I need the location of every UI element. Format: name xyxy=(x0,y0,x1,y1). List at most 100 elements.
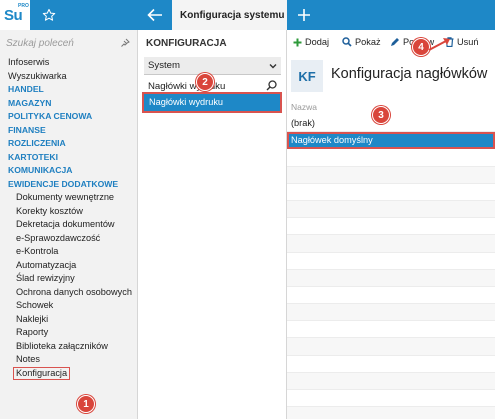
sidebar-item-label: Schowek xyxy=(16,300,54,310)
sidebar-item-label: HANDEL xyxy=(8,84,44,94)
sidebar-section-magazyn[interactable]: MAGAZYN xyxy=(0,97,138,111)
table-row[interactable] xyxy=(287,218,495,236)
table-row[interactable] xyxy=(287,149,495,167)
sidebar-section-polityka-cenowa[interactable]: POLITYKA CENOWA xyxy=(0,110,138,124)
arrow-left-icon xyxy=(147,8,162,22)
pin-icon[interactable] xyxy=(120,38,130,48)
tab-label: Konfiguracja systemu xyxy=(180,9,285,21)
sidebar-item-infoserwis[interactable]: Infoserwis xyxy=(0,56,138,70)
sidebar-item-automatyzacja[interactable]: Automatyzacja xyxy=(0,259,138,273)
right-panel: Dodaj Pokaż Popraw Usuń KF Konfiguracja … xyxy=(287,30,495,419)
table-row[interactable] xyxy=(287,200,495,219)
sidebar-item-label: EWIDENCJE DODATKOWE xyxy=(8,178,119,189)
sidebar-item-biblioteka-za-acznikow[interactable]: Biblioteka załączników xyxy=(0,340,138,354)
toolbar: Dodaj Pokaż Popraw Usuń xyxy=(287,30,495,54)
table-row[interactable] xyxy=(287,407,495,419)
new-tab-button[interactable] xyxy=(287,0,321,30)
table-row[interactable] xyxy=(287,356,495,373)
table-row[interactable] xyxy=(287,372,495,390)
show-button[interactable]: Pokaż xyxy=(342,34,381,50)
sidebar-search xyxy=(0,30,138,56)
sidebar-item-label: Infoserwis xyxy=(8,57,50,67)
callout-3: 3 xyxy=(372,106,390,124)
add-button-label: Dodaj xyxy=(305,37,330,47)
sidebar-item-slad-rewizyjny[interactable]: Ślad rewizyjny xyxy=(0,272,138,286)
sidebar-item-schowek[interactable]: Schowek xyxy=(0,299,138,313)
chevron-down-icon xyxy=(269,64,277,69)
list-item-naglowki-wydruku[interactable]: Nagłówki wydruku xyxy=(142,92,282,113)
sidebar-item-label: Raporty xyxy=(16,327,49,337)
back-button[interactable] xyxy=(138,0,172,30)
sidebar-item-label: e-Sprawozdawczość xyxy=(16,232,101,243)
sidebar-section-finanse[interactable]: FINANSE xyxy=(0,124,138,138)
sidebar: Infoserwis Wyszukiwarka HANDEL MAGAZYN POLIT… xyxy=(0,30,138,419)
sidebar-item-label: Naklejki xyxy=(16,313,49,324)
sidebar-section-rozliczenia[interactable]: ROZLICZENIA xyxy=(0,137,138,151)
sidebar-item-label: Dokumenty wewnętrzne xyxy=(16,192,115,202)
sidebar-item-konfiguracja[interactable]: Konfiguracja xyxy=(0,366,138,381)
table-row[interactable] xyxy=(287,235,495,253)
sidebar-section-kartoteki[interactable]: KARTOTEKI xyxy=(0,151,138,165)
table-row[interactable] xyxy=(287,390,495,408)
sidebar-item-notes[interactable]: Notes xyxy=(0,353,138,367)
table-cell-nazwa: Nagłówek domyślny xyxy=(291,135,373,146)
page-title: Konfiguracja nagłówków xyxy=(331,66,488,82)
add-button[interactable]: Dodaj xyxy=(293,34,329,50)
page-header: KF Konfiguracja nagłówków xyxy=(287,60,495,96)
sidebar-item-raporty[interactable]: Raporty xyxy=(0,326,138,340)
column-header-nazwa[interactable]: Nazwa xyxy=(287,99,495,115)
table-row[interactable] xyxy=(287,287,495,305)
sidebar-item-dekretacja-dokumentow[interactable]: Dekretacja dokumentów xyxy=(0,218,138,232)
callout-arrow xyxy=(428,38,450,51)
star-icon xyxy=(42,8,56,21)
favorites-button[interactable] xyxy=(30,0,68,30)
sidebar-item-label: Automatyzacja xyxy=(16,259,77,270)
category-dropdown[interactable]: System xyxy=(144,57,281,75)
sidebar-item-label: Konfiguracja xyxy=(13,366,71,380)
search-input[interactable] xyxy=(6,36,116,50)
sidebar-item-dokumenty-wewnetrzne[interactable]: Dokumenty wewnętrzne xyxy=(0,191,138,205)
table-cell-nazwa: (brak) xyxy=(291,118,315,128)
pencil-icon xyxy=(391,38,399,46)
table-row[interactable] xyxy=(287,338,495,356)
callout-2: 2 xyxy=(196,73,214,91)
table-row[interactable] xyxy=(287,321,495,339)
plus-icon xyxy=(298,9,310,21)
tab-konfiguracja-systemu[interactable]: Konfiguracja systemu xyxy=(172,0,287,30)
table-row[interactable] xyxy=(287,269,495,287)
app-logo[interactable]: Su PRO xyxy=(0,0,30,30)
sidebar-section-ewidencje-dodatkowe[interactable]: EWIDENCJE DODATKOWE xyxy=(0,178,138,192)
sidebar-section-komunikacja[interactable]: KOMUNIKACJA xyxy=(0,164,138,178)
sidebar-item-e-sprawozdawczosc[interactable]: e-Sprawozdawczość xyxy=(0,232,138,246)
sidebar-item-naklejki[interactable]: Naklejki xyxy=(0,313,138,327)
table-row[interactable] xyxy=(287,253,495,270)
top-bar: Su PRO Konfiguracja systemu xyxy=(0,0,495,30)
sidebar-item-label: FINANSE xyxy=(8,124,46,135)
table-row[interactable] xyxy=(287,166,495,184)
sidebar-item-korekty-kosztow[interactable]: Korekty kosztów xyxy=(0,205,138,219)
sidebar-item-label: Korekty kosztów xyxy=(16,205,83,216)
sidebar-item-label: Wyszukiwarka xyxy=(8,70,67,81)
sidebar-item-label: Biblioteka załączników xyxy=(16,340,108,351)
magnifier-icon xyxy=(342,37,352,47)
sidebar-item-label: MAGAZYN xyxy=(8,97,52,108)
table-row[interactable] xyxy=(287,184,495,201)
table-row[interactable]: (brak) xyxy=(287,115,495,133)
sidebar-item-wyszukiwarka[interactable]: Wyszukiwarka xyxy=(0,70,138,84)
middle-panel: KONFIGURACJA System Nagłówki wydruku xyxy=(138,30,287,419)
sidebar-section-handel[interactable]: HANDEL xyxy=(0,83,138,97)
sidebar-item-label: ROZLICZENIA xyxy=(8,138,66,148)
search-icon[interactable] xyxy=(266,80,277,91)
sidebar-item-label: POLITYKA CENOWA xyxy=(8,111,93,121)
module-badge: KF xyxy=(291,60,323,92)
logo-sub: PRO xyxy=(18,3,29,9)
panel-title: KONFIGURACJA xyxy=(146,38,227,49)
show-button-label: Pokaż xyxy=(355,37,381,47)
sidebar-item-e-kontrola[interactable]: e-Kontrola xyxy=(0,245,138,259)
delete-button-label: Usuń xyxy=(457,37,479,47)
callout-1: 1 xyxy=(77,395,95,413)
sidebar-item-label: KOMUNIKACJA xyxy=(8,165,73,175)
table-row[interactable]: Nagłówek domyślny xyxy=(287,132,495,150)
table-row[interactable] xyxy=(287,304,495,322)
sidebar-item-ochrona-danych-osobowych[interactable]: Ochrona danych osobowych xyxy=(0,286,138,300)
